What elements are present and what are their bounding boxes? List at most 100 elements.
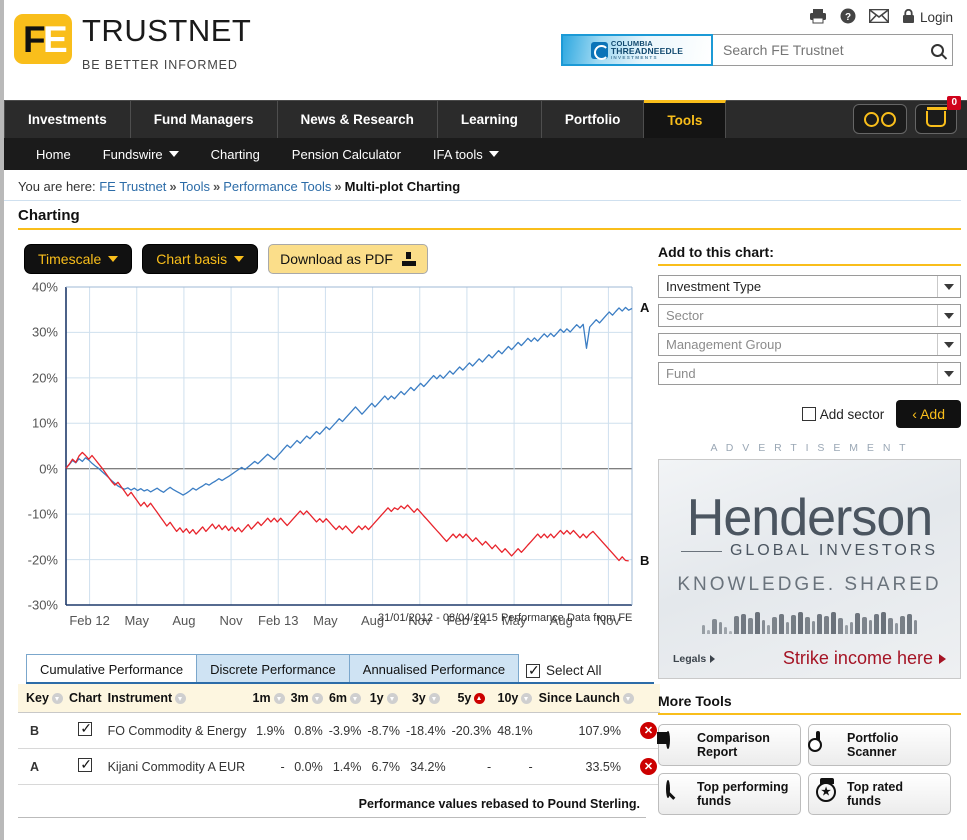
site-logo[interactable]: F E TRUSTNET BE BETTER INFORMED	[14, 14, 251, 72]
add-sector-control[interactable]: Add sector	[801, 406, 885, 422]
col-10y[interactable]: 10y	[494, 684, 536, 713]
chevron-down-icon[interactable]	[937, 363, 960, 384]
sort-icon-3m[interactable]	[311, 693, 323, 705]
add-sector-checkbox[interactable]	[801, 407, 816, 421]
table-header: Key Chart Instrument 1m 3m 6m 1y 3y 5y 1…	[18, 684, 660, 713]
subnav-item-fundswire[interactable]: Fundswire	[87, 147, 195, 162]
nav-actions: 0	[853, 96, 961, 134]
tool-comparison-report[interactable]: Comparison Report	[658, 724, 801, 766]
sort-icon-10y[interactable]	[521, 693, 533, 705]
advertisement-banner[interactable]: Henderson GLOBAL INVESTORS KNOWLEDGE. SH…	[658, 459, 961, 679]
chevron-down-icon[interactable]	[937, 276, 960, 297]
nav-item-tools[interactable]: Tools	[644, 100, 727, 138]
download-pdf-button[interactable]: Download as PDF	[268, 244, 428, 274]
chart-column: Timescale Chart basis Download as PDF 40…	[4, 230, 660, 818]
person-silhouette	[729, 631, 732, 634]
subnav-item-home[interactable]: Home	[20, 147, 87, 162]
chart-basis-label: Chart basis	[156, 251, 228, 267]
printer-icon[interactable]	[809, 8, 827, 27]
nav-item-learning[interactable]: Learning	[438, 101, 542, 138]
select-management-group[interactable]: Management Group	[658, 333, 961, 356]
tool-top-performing-funds[interactable]: Top performing funds	[658, 773, 801, 815]
add-to-chart-heading: Add to this chart:	[658, 244, 774, 260]
row-instrument[interactable]: FO Commodity & Energy	[104, 712, 250, 749]
breadcrumb-link-fe-trustnet[interactable]: FE Trustnet	[99, 179, 166, 194]
subnav-item-pension-calculator[interactable]: Pension Calculator	[276, 147, 417, 162]
col-key[interactable]: Key	[18, 684, 66, 713]
tab-discrete-performance[interactable]: Discrete Performance	[196, 654, 350, 684]
search-input[interactable]	[721, 41, 927, 59]
select-all-checkbox[interactable]	[526, 662, 540, 678]
glasses-icon	[864, 111, 896, 127]
row-chart-toggle[interactable]	[65, 748, 105, 785]
col-3y[interactable]: 3y	[403, 684, 449, 713]
mail-icon[interactable]	[868, 8, 890, 26]
header-advert-banner[interactable]: COLUMBIA THREADNEEDLE INVESTMENTS	[561, 34, 713, 66]
select-sector[interactable]: Sector	[658, 304, 961, 327]
table-row[interactable]: A Kijani Commodity A EUR - 0.0% 1.4% 6.7…	[18, 748, 660, 785]
col-1m[interactable]: 1m	[249, 684, 288, 713]
basket-button[interactable]: 0	[915, 96, 961, 134]
breadcrumb-link-performance-tools[interactable]: Performance Tools	[223, 179, 331, 194]
add-button[interactable]: ‹ Add	[896, 400, 961, 428]
fe-logo-mark: F E	[14, 14, 72, 64]
sort-icon-5y[interactable]	[474, 693, 486, 705]
tool-top-rated-funds[interactable]: ★ Top rated funds	[808, 773, 951, 815]
watchlist-button[interactable]	[853, 104, 907, 134]
sort-icon-instrument[interactable]	[175, 693, 187, 705]
col-6m[interactable]: 6m	[325, 684, 365, 713]
performance-table: Key Chart Instrument 1m 3m 6m 1y 3y 5y 1…	[18, 684, 660, 785]
nav-item-investments[interactable]: Investments	[4, 101, 131, 138]
login-button[interactable]: Login	[902, 8, 953, 27]
advert-cta[interactable]: Strike income here	[783, 648, 946, 669]
chevron-down-icon[interactable]	[937, 334, 960, 355]
add-sector-label: Add sector	[819, 406, 885, 422]
tab-cumulative-performance[interactable]: Cumulative Performance	[26, 654, 198, 684]
sort-icon-1y[interactable]	[386, 693, 398, 705]
nav-item-fund-managers[interactable]: Fund Managers	[131, 101, 278, 138]
sort-icon-since-launch[interactable]	[622, 693, 634, 705]
breadcrumb-current: Multi-plot Charting	[344, 179, 461, 194]
person-silhouette	[734, 616, 739, 634]
search-icon[interactable]	[931, 43, 944, 57]
nav-item-news-research[interactable]: News & Research	[278, 101, 438, 138]
add-panel-selects: Investment Type Sector Management Group …	[654, 266, 967, 385]
nav-item-portfolio[interactable]: Portfolio	[542, 101, 645, 138]
sort-icon-3y[interactable]	[428, 693, 440, 705]
chart-checkbox[interactable]	[78, 756, 93, 772]
search-box[interactable]	[713, 34, 953, 66]
row-chart-toggle[interactable]	[65, 712, 105, 749]
performance-chart[interactable]: 40% 30% 20% 10% 0% -10% -20% -30% Feb 12 May Aug N…	[4, 280, 654, 642]
chart-checkbox[interactable]	[78, 720, 93, 736]
table-row[interactable]: B FO Commodity & Energy 1.9% 0.8% -3.9% …	[18, 712, 660, 749]
tab-annualised-performance[interactable]: Annualised Performance	[348, 654, 520, 684]
col-since-launch[interactable]: Since Launch	[535, 684, 637, 713]
col-5y[interactable]: 5y	[448, 684, 495, 713]
timescale-button[interactable]: Timescale	[24, 244, 133, 274]
advertisement-label: A D V E R T I S E M E N T	[710, 442, 909, 454]
page-root: F E TRUSTNET BE BETTER INFORMED ? Login …	[0, 0, 967, 840]
sort-icon-key[interactable]	[51, 693, 63, 705]
page-title: Charting	[18, 207, 80, 224]
sort-icon-6m[interactable]	[350, 693, 362, 705]
select-all-control[interactable]: Select All	[526, 662, 602, 678]
help-icon[interactable]: ?	[840, 8, 856, 27]
row-instrument[interactable]: Kijani Commodity A EUR	[104, 748, 250, 785]
select-investment-type[interactable]: Investment Type	[658, 275, 961, 298]
person-silhouette	[845, 625, 848, 634]
sort-icon-1m[interactable]	[273, 693, 285, 705]
logo-text: TRUSTNET BE BETTER INFORMED	[82, 14, 251, 73]
chevron-down-icon[interactable]	[937, 305, 960, 326]
breadcrumb-separator: »	[213, 179, 221, 194]
person-silhouette	[900, 616, 905, 634]
tool-portfolio-scanner[interactable]: Portfolio Scanner	[808, 724, 951, 766]
chart-basis-button[interactable]: Chart basis	[142, 244, 259, 274]
col-1y[interactable]: 1y	[364, 684, 403, 713]
advert-legals-link[interactable]: Legals	[673, 653, 716, 665]
select-fund[interactable]: Fund	[658, 362, 961, 385]
col-3m[interactable]: 3m	[287, 684, 326, 713]
breadcrumb-link-tools[interactable]: Tools	[180, 179, 210, 194]
subnav-item-ifa-tools[interactable]: IFA tools	[417, 147, 515, 162]
col-instrument[interactable]: Instrument	[104, 684, 250, 713]
subnav-item-charting[interactable]: Charting	[195, 147, 276, 162]
